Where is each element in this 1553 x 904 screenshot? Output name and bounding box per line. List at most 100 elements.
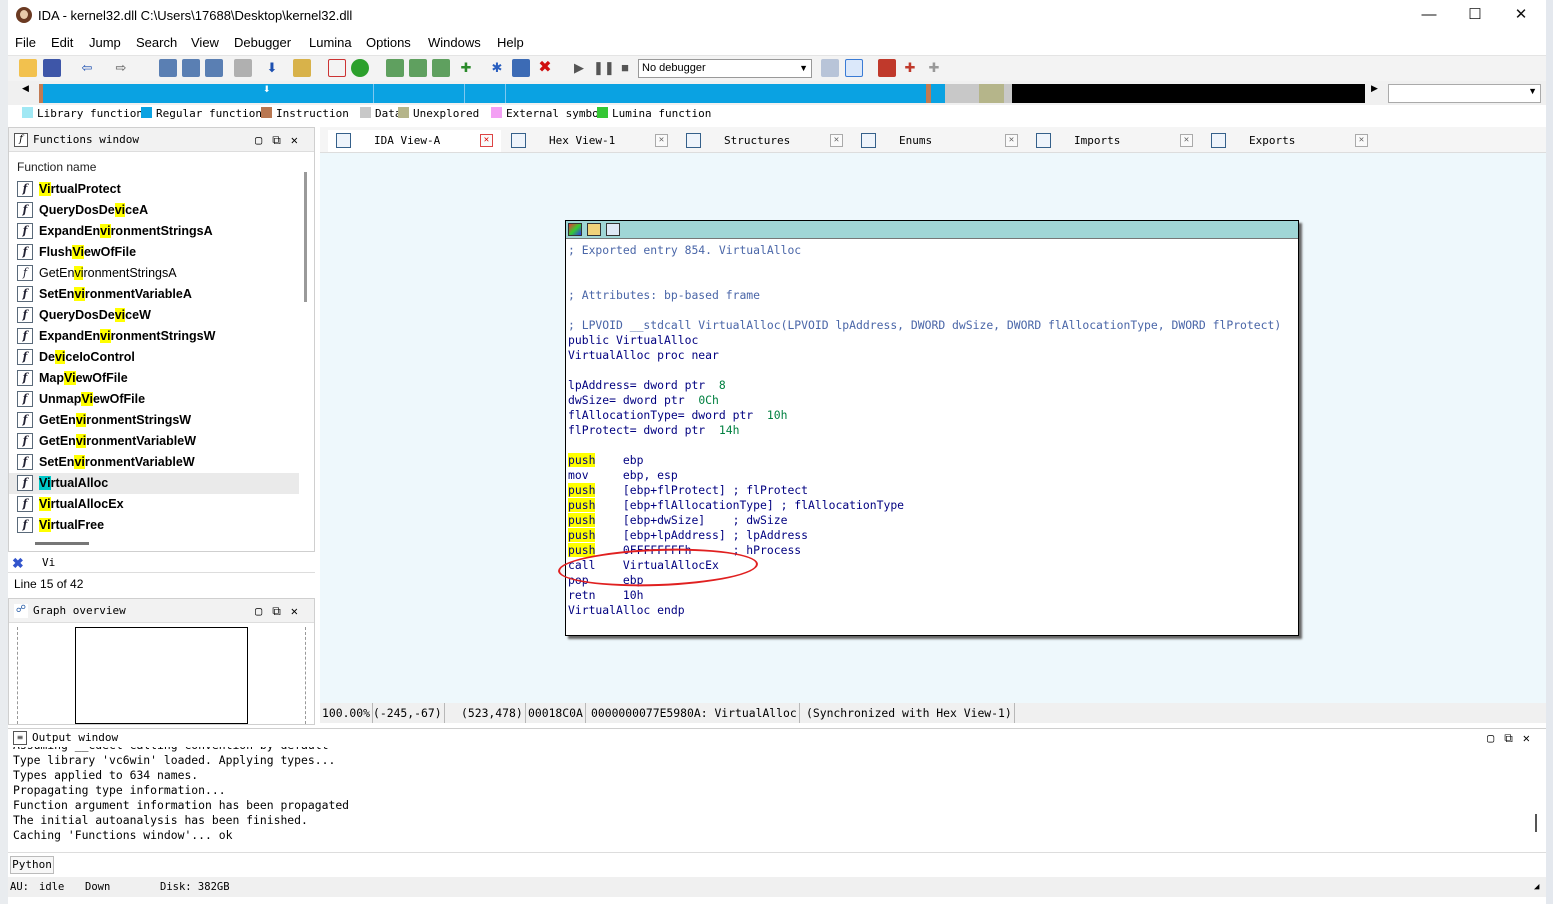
close-tab-icon[interactable]: ✕	[1005, 134, 1018, 147]
function-row[interactable]: f DeviceIoControl	[9, 347, 299, 368]
menu-debugger[interactable]: Debugger	[234, 35, 291, 50]
nav-left-icon[interactable]: ◀	[22, 83, 29, 94]
back-arrow-icon[interactable]: ⇦	[78, 59, 96, 77]
code-line[interactable]: VirtualAlloc proc near	[568, 348, 1281, 363]
python-button[interactable]: Python	[10, 856, 54, 874]
function-row[interactable]: f FlushViewOfFile	[9, 242, 299, 263]
close-button[interactable]: ✕	[1498, 2, 1544, 28]
code-line[interactable]: VirtualAlloc endp	[568, 603, 1281, 618]
menu-help[interactable]: Help	[497, 35, 524, 50]
tab-imports[interactable]: Imports ✕	[1028, 130, 1201, 152]
code-line[interactable]: ; Exported entry 854. VirtualAlloc	[568, 243, 1281, 258]
text-search-icon[interactable]	[159, 59, 177, 77]
function-row[interactable]: f QueryDosDeviceA	[9, 200, 299, 221]
menu-jump[interactable]: Jump	[89, 35, 121, 50]
function-row[interactable]: f ExpandEnvironmentStringsA	[9, 221, 299, 242]
tab-structures[interactable]: Structures ✕	[678, 130, 851, 152]
run-icon[interactable]: ▶	[570, 59, 588, 77]
function-row[interactable]: f VirtualAlloc	[9, 473, 299, 494]
menu-search[interactable]: Search	[136, 35, 177, 50]
immediate-search-icon[interactable]	[205, 59, 223, 77]
code-line[interactable]: lpAddress= dword ptr 8	[568, 378, 1281, 393]
code-line[interactable]: ; Attributes: bp-based frame	[568, 288, 1281, 303]
function-row[interactable]: f GetEnvironmentStringsA	[9, 263, 299, 284]
add-breakpoint-icon[interactable]: ✚	[901, 59, 919, 77]
code-line[interactable]: retn 10h	[568, 588, 1281, 603]
panel-buttons[interactable]: ▢⧉✕	[1487, 729, 1540, 747]
menu-lumina[interactable]: Lumina	[309, 35, 352, 50]
tab-exports[interactable]: Exports ✕	[1203, 130, 1376, 152]
ida-view-a[interactable]: ; Exported entry 854. VirtualAlloc ; Att…	[320, 153, 1546, 703]
nav-combo[interactable]: ▼	[1388, 84, 1541, 103]
close-tab-icon[interactable]: ✕	[830, 134, 843, 147]
node-group-icon[interactable]	[606, 223, 620, 236]
add-node-icon[interactable]	[432, 59, 450, 77]
save-icon[interactable]	[43, 59, 61, 77]
function-row[interactable]: f UnmapViewOfFile	[9, 389, 299, 410]
code-line[interactable]: mov ebp, esp	[568, 468, 1281, 483]
menu-edit[interactable]: Edit	[51, 35, 73, 50]
code-line[interactable]: ; LPVOID __stdcall VirtualAlloc(LPVOID l…	[568, 318, 1281, 333]
close-tab-icon[interactable]: ✕	[1180, 134, 1193, 147]
function-row[interactable]: f MapViewOfFile	[9, 368, 299, 389]
delete-icon[interactable]: ✖	[536, 59, 554, 77]
menu-options[interactable]: Options	[366, 35, 411, 50]
menu-windows[interactable]: Windows	[428, 35, 481, 50]
code-line[interactable]	[568, 258, 1281, 273]
code-line[interactable]: flAllocationType= dword ptr 10h	[568, 408, 1281, 423]
code-line[interactable]: push [ebp+lpAddress] ; lpAddress	[568, 528, 1281, 543]
menu-view[interactable]: View	[191, 35, 219, 50]
panel-buttons[interactable]: ▢⧉✕	[255, 128, 308, 152]
panel-buttons[interactable]: ▢⧉✕	[255, 599, 308, 623]
tracing-icon[interactable]: ✱	[488, 59, 506, 77]
close-tab-icon[interactable]: ✕	[1355, 134, 1368, 147]
node-rename-icon[interactable]	[587, 223, 601, 236]
code-line[interactable]	[568, 273, 1281, 288]
edit-function-icon[interactable]	[409, 59, 427, 77]
tab-hex-view-1[interactable]: Hex View-1 ✕	[503, 130, 676, 152]
menu-file[interactable]: File	[15, 35, 36, 50]
create-function-icon[interactable]	[386, 59, 404, 77]
trace-window-icon[interactable]	[512, 59, 530, 77]
open-file-icon[interactable]	[19, 59, 37, 77]
code-line[interactable]	[568, 438, 1281, 453]
function-row[interactable]: f VirtualProtect	[9, 179, 299, 200]
pause-icon[interactable]: ❚❚	[593, 59, 615, 77]
step-into-icon[interactable]	[845, 59, 863, 77]
string-search-icon[interactable]	[234, 59, 252, 77]
function-row[interactable]: f ExpandEnvironmentStringsW	[9, 326, 299, 347]
function-row[interactable]: f SetEnvironmentVariableW	[9, 452, 299, 473]
close-tab-icon[interactable]: ✕	[480, 134, 493, 147]
code-line[interactable]: dwSize= dword ptr 0Ch	[568, 393, 1281, 408]
function-row[interactable]: f VirtualFree	[9, 515, 299, 536]
maximize-button[interactable]: ☐	[1452, 2, 1498, 28]
function-row[interactable]: f VirtualAllocEx	[9, 494, 299, 515]
function-row[interactable]: f GetEnvironmentStringsW	[9, 410, 299, 431]
nav-right-icon[interactable]: ▶	[1371, 83, 1378, 94]
functions-hscrollbar[interactable]	[35, 542, 89, 545]
attach-process-icon[interactable]	[821, 59, 839, 77]
jump-down-icon[interactable]: ⬇	[263, 59, 281, 77]
disable-breakpoint-icon[interactable]: ✚	[925, 59, 943, 77]
debugger-options-icon[interactable]	[878, 59, 896, 77]
tab-enums[interactable]: Enums ✕	[853, 130, 1026, 152]
code-line[interactable]: push [ebp+dwSize] ; dwSize	[568, 513, 1281, 528]
code-line[interactable]	[568, 303, 1281, 318]
forward-arrow-icon[interactable]: ⇨	[112, 59, 130, 77]
analysis-state-icon[interactable]	[351, 59, 369, 77]
code-line[interactable]: flProtect= dword ptr 14h	[568, 423, 1281, 438]
code-line[interactable]: push ebp	[568, 453, 1281, 468]
code-line[interactable]: public VirtualAlloc	[568, 333, 1281, 348]
node-color-icon[interactable]	[568, 223, 582, 236]
cli-input[interactable]	[60, 856, 1542, 874]
image-icon[interactable]	[328, 59, 346, 77]
cross-ref-icon[interactable]	[293, 59, 311, 77]
column-header-function-name[interactable]: Function name	[17, 160, 96, 174]
stop-icon[interactable]: ■	[616, 59, 634, 77]
breakpoint-icon[interactable]: ✚	[457, 59, 475, 77]
functions-scrollbar[interactable]	[304, 172, 307, 302]
function-row[interactable]: f SetEnvironmentVariableA	[9, 284, 299, 305]
debugger-select[interactable]: No debugger ▼	[638, 59, 812, 78]
function-row[interactable]: f GetEnvironmentVariableW	[9, 431, 299, 452]
function-row[interactable]: f QueryDosDeviceW	[9, 305, 299, 326]
